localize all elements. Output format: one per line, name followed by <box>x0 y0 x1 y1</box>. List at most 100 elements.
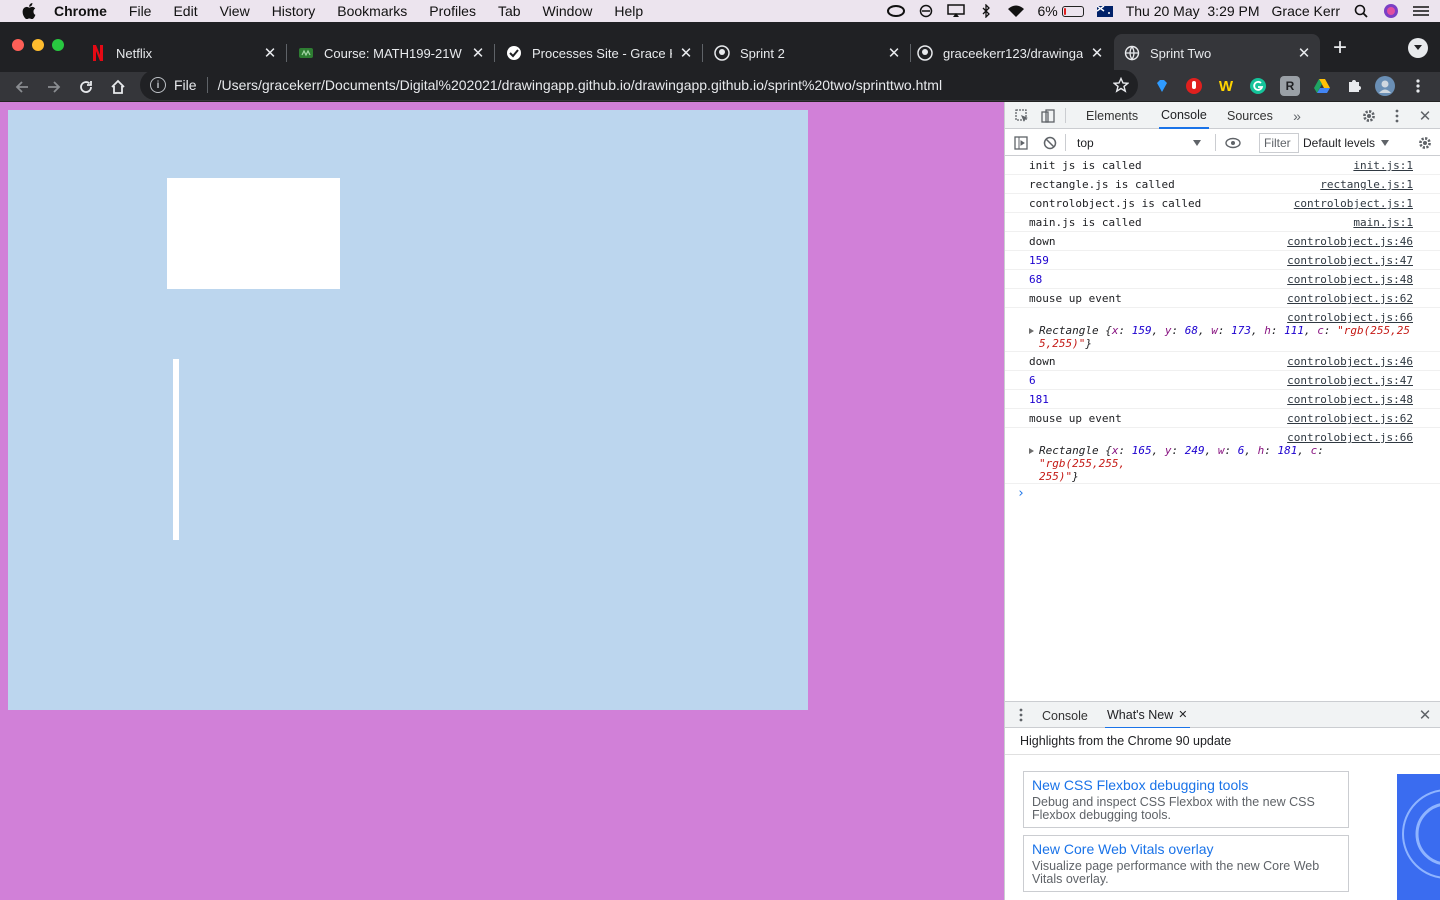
menu-view[interactable]: View <box>220 3 250 19</box>
console-object-message[interactable]: controlobject.js:66 Rectangle {x: 165, y… <box>1005 428 1440 484</box>
object-preview[interactable]: Rectangle {x: 165, y: 249, w: 6, h: 181,… <box>1029 444 1413 483</box>
devtools-menu-icon[interactable] <box>1389 108 1405 124</box>
menu-file[interactable]: File <box>129 3 152 19</box>
close-tab-icon[interactable]: ✕ <box>1296 45 1312 62</box>
source-link[interactable]: controlobject.js:48 <box>1287 273 1413 286</box>
google-drive-extension-icon[interactable] <box>1312 76 1332 96</box>
close-tab-icon[interactable]: ✕ <box>470 45 486 62</box>
close-tab-icon[interactable]: ✕ <box>262 45 278 62</box>
zoom-window-button[interactable] <box>52 39 64 51</box>
forward-button[interactable] <box>42 75 66 99</box>
menu-history[interactable]: History <box>272 3 316 19</box>
source-link[interactable]: controlobject.js:1 <box>1294 197 1413 210</box>
tab-processes-site[interactable]: Processes Site - Grace K ✕ <box>496 34 703 72</box>
inspect-element-icon[interactable] <box>1014 108 1030 124</box>
source-link[interactable]: controlobject.js:47 <box>1287 374 1413 387</box>
menu-profiles[interactable]: Profiles <box>429 3 476 19</box>
expand-triangle-icon[interactable] <box>1029 448 1034 454</box>
minimize-window-button[interactable] <box>32 39 44 51</box>
close-devtools-icon[interactable]: ✕ <box>1417 108 1433 125</box>
tab-sprint-two-active[interactable]: Sprint Two ✕ <box>1114 34 1320 72</box>
menu-edit[interactable]: Edit <box>173 3 197 19</box>
menu-tab[interactable]: Tab <box>498 3 521 19</box>
reload-button[interactable] <box>74 75 98 99</box>
source-link[interactable]: rectangle.js:1 <box>1320 178 1413 191</box>
control-center-icon[interactable] <box>1412 4 1430 18</box>
context-selector[interactable]: top <box>1071 133 1207 152</box>
sidebar-toggle-icon[interactable] <box>1013 135 1029 151</box>
bluetooth-icon[interactable] <box>977 4 995 18</box>
spotlight-search-icon[interactable] <box>1352 4 1370 18</box>
back-button[interactable] <box>10 75 34 99</box>
tab-github-repo[interactable]: graceekerr123/drawingap ✕ <box>907 34 1113 72</box>
menu-help[interactable]: Help <box>614 3 643 19</box>
live-expression-eye-icon[interactable] <box>1225 135 1241 151</box>
source-link[interactable]: init.js:1 <box>1353 159 1413 172</box>
close-window-button[interactable] <box>12 39 24 51</box>
tab-course[interactable]: Course: MATH199-21W - ✕ <box>288 34 495 72</box>
wifi-icon[interactable] <box>1007 4 1025 18</box>
more-tabs-chevron-icon[interactable]: » <box>1289 108 1305 124</box>
feature-card[interactable]: New CSS Flexbox debugging tools Debug an… <box>1023 771 1349 828</box>
source-link[interactable]: controlobject.js:46 <box>1287 355 1413 368</box>
feature-card[interactable]: New Core Web Vitals overlay Visualize pa… <box>1023 835 1349 892</box>
feature-card-title[interactable]: New Core Web Vitals overlay <box>1032 841 1340 857</box>
source-link[interactable]: controlobject.js:66 <box>1287 311 1413 324</box>
extensions-puzzle-icon[interactable] <box>1344 76 1364 96</box>
menu-bookmarks[interactable]: Bookmarks <box>337 3 407 19</box>
site-info-icon[interactable]: i <box>150 77 166 93</box>
drawing-canvas[interactable] <box>8 110 808 710</box>
drawer-tab-console[interactable]: Console <box>1042 702 1088 729</box>
flag-australia-icon[interactable] <box>1096 4 1114 18</box>
profile-avatar[interactable] <box>1375 76 1395 96</box>
expand-triangle-icon[interactable] <box>1029 328 1034 334</box>
apple-menu-icon[interactable] <box>20 2 38 20</box>
chrome-menu-icon[interactable] <box>1408 76 1428 96</box>
gem-extension-icon[interactable] <box>1152 76 1172 96</box>
adblock-extension-icon[interactable] <box>1184 76 1204 96</box>
airplay-icon[interactable] <box>947 4 966 18</box>
source-link[interactable]: controlobject.js:66 <box>1287 431 1413 444</box>
tab-console[interactable]: Console <box>1159 102 1209 129</box>
grammarly-extension-icon[interactable] <box>1248 76 1268 96</box>
close-drawer-icon[interactable]: ✕ <box>1417 707 1433 724</box>
clock[interactable]: Thu 20 May 3:29 PM <box>1126 3 1260 19</box>
close-tab-icon[interactable]: ✕ <box>1178 708 1187 721</box>
drawer-menu-icon[interactable] <box>1013 707 1029 723</box>
new-tab-button[interactable]: + <box>1326 34 1354 62</box>
creative-cloud-icon[interactable] <box>887 4 906 18</box>
tab-sprint-2[interactable]: Sprint 2 ✕ <box>704 34 911 72</box>
drawer-tab-whats-new[interactable]: What's New ✕ <box>1105 702 1190 729</box>
bookmark-star-icon[interactable] <box>1112 76 1130 94</box>
tab-elements[interactable]: Elements <box>1086 102 1138 129</box>
source-link[interactable]: controlobject.js:48 <box>1287 393 1413 406</box>
close-tab-icon[interactable]: ✕ <box>886 45 902 62</box>
tab-sources[interactable]: Sources <box>1227 102 1273 129</box>
settings-gear-icon[interactable] <box>1361 108 1377 124</box>
console-prompt-input[interactable]: › <box>1005 484 1440 501</box>
source-link[interactable]: controlobject.js:47 <box>1287 254 1413 267</box>
console-filter-input[interactable]: Filter <box>1259 133 1299 153</box>
siri-icon[interactable] <box>1382 4 1400 18</box>
source-link[interactable]: controlobject.js:62 <box>1287 412 1413 425</box>
tab-search-button[interactable] <box>1408 38 1428 58</box>
feature-card-title[interactable]: New CSS Flexbox debugging tools <box>1032 777 1340 793</box>
r-extension-icon[interactable]: R <box>1280 76 1300 96</box>
sync-icon[interactable] <box>917 4 935 18</box>
address-bar[interactable]: i File /Users/gracekerr/Documents/Digita… <box>140 70 1138 100</box>
source-link[interactable]: main.js:1 <box>1353 216 1413 229</box>
source-link[interactable]: controlobject.js:46 <box>1287 235 1413 248</box>
source-link[interactable]: controlobject.js:62 <box>1287 292 1413 305</box>
close-tab-icon[interactable]: ✕ <box>1089 45 1105 62</box>
tab-netflix[interactable]: Netflix ✕ <box>80 34 287 72</box>
object-preview[interactable]: Rectangle {x: 159, y: 68, w: 173, h: 111… <box>1029 324 1413 350</box>
battery-indicator[interactable]: 6% <box>1037 3 1084 19</box>
menu-app-name[interactable]: Chrome <box>54 3 107 19</box>
home-button[interactable] <box>106 75 130 99</box>
console-object-message[interactable]: controlobject.js:66 Rectangle {x: 159, y… <box>1005 308 1440 352</box>
menu-window[interactable]: Window <box>543 3 593 19</box>
close-tab-icon[interactable]: ✕ <box>678 45 694 62</box>
device-toolbar-icon[interactable] <box>1040 108 1056 124</box>
user-name[interactable]: Grace Kerr <box>1272 3 1340 19</box>
log-levels-dropdown[interactable]: Default levels <box>1303 133 1390 153</box>
